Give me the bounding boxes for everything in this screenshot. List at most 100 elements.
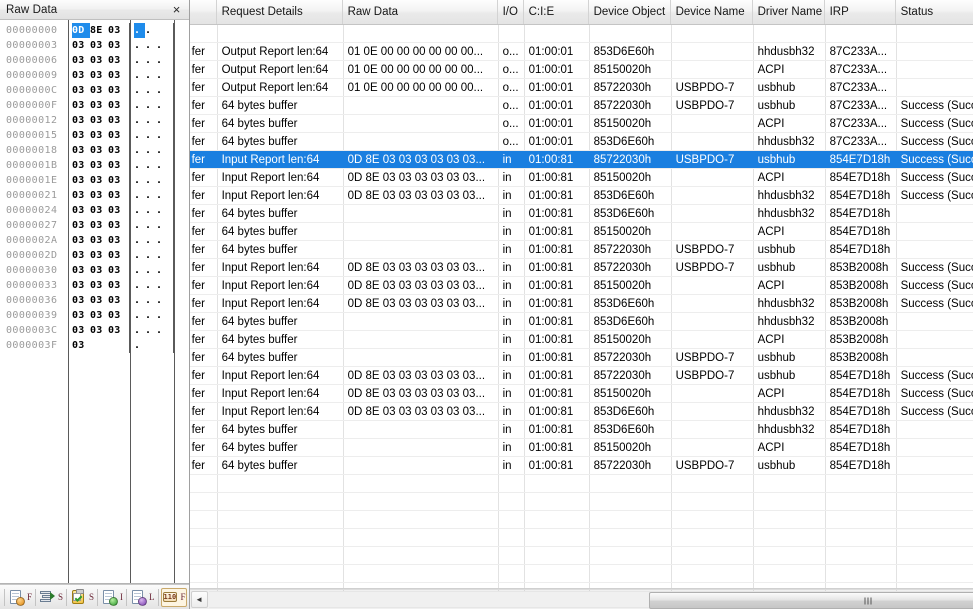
hex-bytes[interactable]: 03 03 03	[68, 113, 130, 128]
hex-ascii[interactable]: ...	[130, 53, 174, 68]
hex-ascii-char[interactable]: .	[156, 323, 167, 338]
hex-ascii[interactable]: ...	[130, 278, 174, 293]
hex-byte[interactable]: 03	[90, 203, 108, 218]
hex-bytes[interactable]: 03 03 03	[68, 248, 130, 263]
hex-byte[interactable]: 03	[90, 323, 108, 338]
hex-bytes[interactable]: 03 03 03	[68, 308, 130, 323]
hex-bytes[interactable]: 0D 8E 03	[68, 23, 130, 38]
hex-ascii-char[interactable]: .	[145, 188, 156, 203]
hex-ascii[interactable]: ...	[130, 83, 174, 98]
hex-bytes[interactable]: 03 03 03	[68, 158, 130, 173]
hex-ascii-char[interactable]: .	[156, 53, 167, 68]
hex-view[interactable]: 00000000 0D 8E 03.. 00000003 03 03 03... 0000000…	[0, 20, 189, 583]
hex-row[interactable]: 00000039 03 03 03...	[0, 308, 189, 323]
hex-ascii-char[interactable]: .	[156, 293, 167, 308]
hex-byte[interactable]: 03	[108, 98, 126, 113]
hex-ascii-char[interactable]: .	[145, 143, 156, 158]
hex-ascii-char[interactable]: .	[156, 38, 167, 53]
hex-byte[interactable]: 03	[90, 263, 108, 278]
hex-byte[interactable]: 03	[72, 218, 90, 233]
column-header-devobj[interactable]: Device Object	[589, 0, 671, 24]
table-row[interactable]: fer Output Report len:64 01 0E 00 00 00 00…	[189, 79, 973, 97]
hex-ascii-char[interactable]: .	[156, 68, 167, 83]
hex-byte[interactable]: 03	[108, 143, 126, 158]
hex-byte[interactable]: 03	[108, 203, 126, 218]
hex-byte[interactable]: 03	[72, 98, 90, 113]
hex-ascii[interactable]: ...	[130, 38, 174, 53]
column-header-io[interactable]: I/O	[498, 0, 524, 24]
hex-row[interactable]: 00000009 03 03 03...	[0, 68, 189, 83]
table-row[interactable]: fer Input Report len:64 0D 8E 03 03 03 03 …	[189, 259, 973, 277]
hex-ascii-char[interactable]: .	[145, 233, 156, 248]
hex-ascii-char[interactable]: .	[145, 173, 156, 188]
close-icon[interactable]: ×	[169, 2, 185, 18]
hex-byte[interactable]: 0D	[72, 23, 90, 38]
hex-byte[interactable]: 03	[72, 128, 90, 143]
hex-byte[interactable]: 03	[108, 128, 126, 143]
hex-ascii-char[interactable]: .	[134, 278, 145, 293]
hex-byte[interactable]: 03	[108, 323, 126, 338]
hex-byte[interactable]: 03	[72, 113, 90, 128]
hex-ascii-char[interactable]: .	[134, 113, 145, 128]
toolbar-button-clipboard-check[interactable]: S	[69, 588, 95, 607]
hex-bytes[interactable]: 03 03 03	[68, 278, 130, 293]
hex-bytes[interactable]: 03 03 03	[68, 68, 130, 83]
hex-bytes[interactable]: 03 03 03	[68, 83, 130, 98]
hex-row[interactable]: 0000002D 03 03 03...	[0, 248, 189, 263]
hex-byte[interactable]: 03	[108, 38, 126, 53]
hex-ascii-char[interactable]: .	[134, 188, 145, 203]
hex-row[interactable]: 00000006 03 03 03...	[0, 53, 189, 68]
hex-byte[interactable]: 03	[108, 188, 126, 203]
hex-byte[interactable]: 03	[90, 98, 108, 113]
hex-byte[interactable]: 03	[108, 53, 126, 68]
table-row[interactable]: fer 64 bytes buffer in 01:00:81 85722030h USB…	[189, 241, 973, 259]
hex-byte[interactable]: 03	[90, 233, 108, 248]
hex-ascii-char[interactable]: .	[145, 68, 156, 83]
hex-ascii-char[interactable]: .	[134, 263, 145, 278]
toolbar-button-import-file[interactable]: I	[100, 588, 124, 607]
hex-ascii-char[interactable]: .	[134, 323, 145, 338]
hex-bytes[interactable]: 03 03 03	[68, 233, 130, 248]
hex-ascii-char[interactable]: .	[145, 128, 156, 143]
toolbar-button-export-file[interactable]: F	[7, 588, 33, 607]
hex-row[interactable]: 00000030 03 03 03...	[0, 263, 189, 278]
hex-ascii[interactable]: ...	[130, 158, 174, 173]
hex-ascii-char[interactable]: .	[134, 83, 145, 98]
toolbar-button-stack-send[interactable]: S	[38, 588, 64, 607]
hex-byte[interactable]: 03	[72, 173, 90, 188]
column-header-devnm[interactable]: Device Name	[671, 0, 753, 24]
hex-bytes[interactable]: 03 03 03	[68, 143, 130, 158]
hex-ascii[interactable]: ...	[130, 308, 174, 323]
table-row[interactable]: fer 64 bytes buffer in 01:00:81 85722030h USB…	[189, 457, 973, 475]
hex-bytes[interactable]: 03 03 03	[68, 128, 130, 143]
table-row[interactable]: fer Input Report len:64 0D 8E 03 03 03 03 …	[189, 385, 973, 403]
hex-bytes[interactable]: 03 03 03	[68, 53, 130, 68]
table-row[interactable]: fer 64 bytes buffer o... 01:00:01 853D6E60h h…	[189, 133, 973, 151]
hex-byte[interactable]: 03	[90, 173, 108, 188]
table-row[interactable]: fer Input Report len:64 0D 8E 03 03 03 03 …	[189, 403, 973, 421]
hex-byte[interactable]: 03	[108, 113, 126, 128]
hex-row[interactable]: 00000024 03 03 03...	[0, 203, 189, 218]
hex-ascii-char[interactable]: .	[145, 308, 156, 323]
hex-byte[interactable]: 03	[90, 308, 108, 323]
table-body[interactable]: fer Output Report len:64 01 0E 00 00 00 00…	[189, 25, 973, 589]
hex-byte[interactable]: 03	[90, 188, 108, 203]
hex-ascii-char[interactable]: .	[156, 83, 167, 98]
hex-bytes[interactable]: 03 03 03	[68, 173, 130, 188]
hex-byte[interactable]: 03	[90, 53, 108, 68]
hex-ascii-char[interactable]: .	[145, 218, 156, 233]
hex-ascii-char[interactable]: .	[156, 263, 167, 278]
table-row[interactable]: fer 64 bytes buffer in 01:00:81 85150020h ACP…	[189, 331, 973, 349]
hex-ascii[interactable]: ...	[130, 263, 174, 278]
hex-ascii-char[interactable]: .	[134, 338, 145, 353]
hex-byte[interactable]: 03	[72, 68, 90, 83]
hex-byte[interactable]: 03	[72, 308, 90, 323]
hex-ascii[interactable]: ...	[130, 68, 174, 83]
table-row[interactable]	[189, 25, 973, 43]
hex-ascii-char[interactable]: .	[134, 53, 145, 68]
table-row[interactable]: fer 64 bytes buffer in 01:00:81 85150020h ACP…	[189, 439, 973, 457]
hex-byte[interactable]: 03	[108, 263, 126, 278]
column-header-idx[interactable]	[190, 0, 217, 24]
hex-byte[interactable]: 03	[108, 173, 126, 188]
hex-ascii-char[interactable]: .	[134, 308, 145, 323]
